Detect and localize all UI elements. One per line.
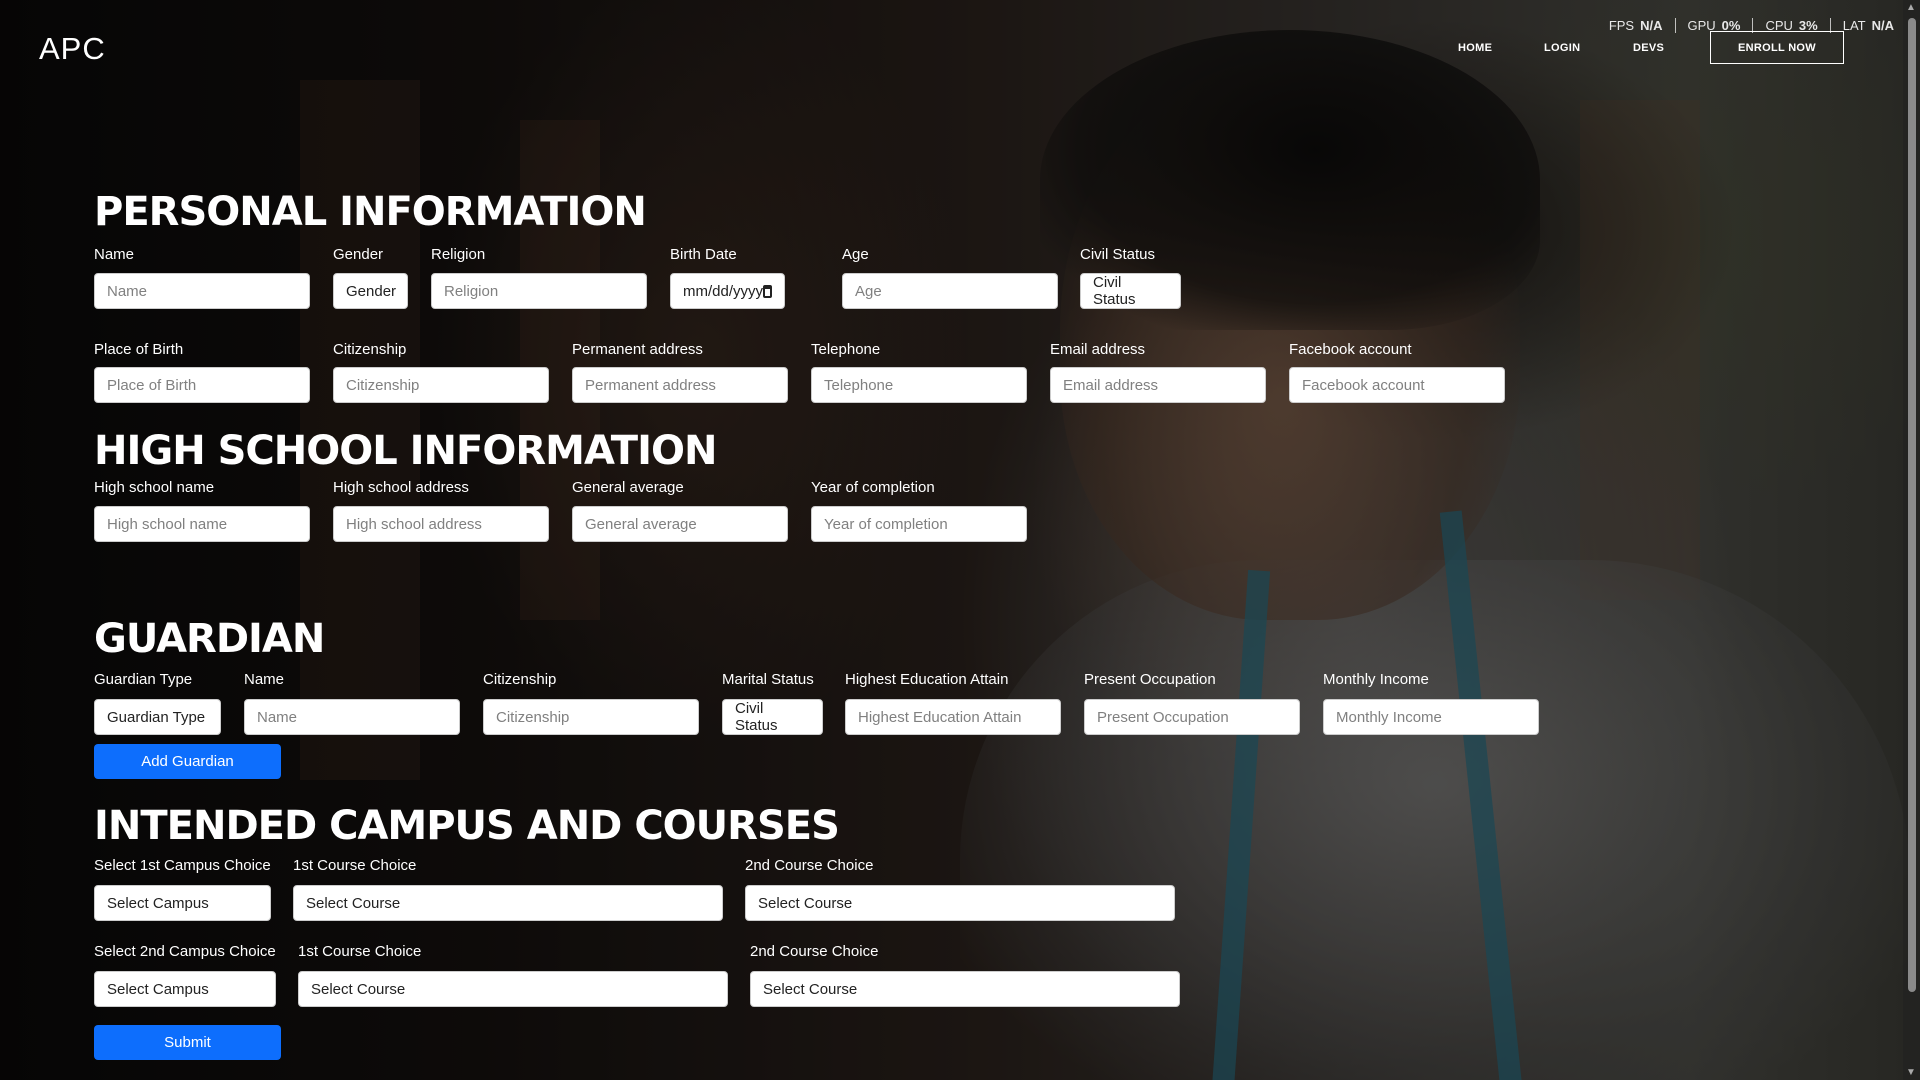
first-campus-course2-select[interactable]: Select Course: [745, 885, 1175, 921]
birth-date-input[interactable]: mm/dd/yyyy: [670, 273, 785, 309]
monthly-income-label: Monthly Income: [1323, 671, 1429, 688]
place-of-birth-input[interactable]: Place of Birth: [94, 367, 310, 403]
nav-login-link[interactable]: LOGIN: [1544, 42, 1580, 54]
present-occupation-input[interactable]: Present Occupation: [1084, 699, 1300, 735]
civil-status-label: Civil Status: [1080, 246, 1156, 263]
second-campus-course1-select[interactable]: Select Course: [298, 971, 728, 1007]
scroll-down-icon[interactable]: ▼: [1906, 1067, 1916, 1078]
enroll-now-button[interactable]: ENROLL NOW: [1710, 31, 1844, 64]
nav-home-link[interactable]: HOME: [1458, 42, 1492, 54]
civil-status-select[interactable]: Civil Status: [1080, 273, 1181, 309]
year-of-completion-label: Year of completion: [811, 479, 935, 496]
first-campus-label: Select 1st Campus Choice: [94, 857, 271, 874]
highest-education-input[interactable]: Highest Education Attain: [845, 699, 1061, 735]
telephone-input[interactable]: Telephone: [811, 367, 1027, 403]
citizenship-input[interactable]: Citizenship: [333, 367, 549, 403]
guardian-name-input[interactable]: Name: [244, 699, 460, 735]
email-label: Email address: [1050, 341, 1146, 358]
guardian-name-label: Name: [244, 671, 285, 688]
second-campus-course2-select[interactable]: Select Course: [750, 971, 1180, 1007]
birth-date-label: Birth Date: [670, 246, 737, 263]
second-campus-course2-label: 2nd Course Choice: [750, 943, 879, 960]
highest-education-label: Highest Education Attain: [845, 671, 1009, 688]
name-input[interactable]: Name: [94, 273, 310, 309]
second-campus-select[interactable]: Select Campus: [94, 971, 276, 1007]
general-average-label: General average: [572, 479, 684, 496]
name-label: Name: [94, 246, 135, 263]
religion-input[interactable]: Religion: [431, 273, 647, 309]
first-campus-course2-label: 2nd Course Choice: [745, 857, 874, 874]
first-campus-course1-label: 1st Course Choice: [293, 857, 417, 874]
gender-label: Gender: [333, 246, 384, 263]
guardian-title: GUARDIAN: [94, 616, 325, 662]
age-input[interactable]: Age: [842, 273, 1058, 309]
courses-title: INTENDED CAMPUS AND COURSES: [94, 803, 840, 849]
guardian-citizenship-label: Citizenship: [483, 671, 557, 688]
permanent-address-input[interactable]: Permanent address: [572, 367, 788, 403]
first-campus-course1-select[interactable]: Select Course: [293, 885, 723, 921]
first-campus-select[interactable]: Select Campus: [94, 885, 271, 921]
permanent-address-label: Permanent address: [572, 341, 703, 358]
high-school-address-input[interactable]: High school address: [333, 506, 549, 542]
facebook-label: Facebook account: [1289, 341, 1412, 358]
nav-devs-link[interactable]: DEVS: [1633, 42, 1664, 54]
guardian-citizenship-input[interactable]: Citizenship: [483, 699, 699, 735]
add-guardian-button[interactable]: Add Guardian: [94, 744, 281, 779]
age-label: Age: [842, 246, 869, 263]
gender-select[interactable]: Gender: [333, 273, 408, 309]
religion-label: Religion: [431, 246, 486, 263]
marital-status-select[interactable]: Civil Status: [722, 699, 823, 735]
calendar-icon[interactable]: [763, 284, 772, 298]
general-average-input[interactable]: General average: [572, 506, 788, 542]
scroll-up-icon[interactable]: ▲: [1906, 2, 1916, 13]
present-occupation-label: Present Occupation: [1084, 671, 1216, 688]
citizenship-label: Citizenship: [333, 341, 407, 358]
high-school-name-input[interactable]: High school name: [94, 506, 310, 542]
facebook-input[interactable]: Facebook account: [1289, 367, 1505, 403]
marital-status-label: Marital Status: [722, 671, 814, 688]
place-of-birth-label: Place of Birth: [94, 341, 184, 358]
high-school-name-label: High school name: [94, 479, 215, 496]
high-school-address-label: High school address: [333, 479, 469, 496]
guardian-type-label: Guardian Type: [94, 671, 193, 688]
scrollbar-thumb[interactable]: [1908, 18, 1916, 992]
second-campus-label: Select 2nd Campus Choice: [94, 943, 276, 960]
guardian-type-select[interactable]: Guardian Type: [94, 699, 221, 735]
monthly-income-input[interactable]: Monthly Income: [1323, 699, 1539, 735]
email-input[interactable]: Email address: [1050, 367, 1266, 403]
high-school-title: HIGH SCHOOL INFORMATION: [94, 428, 717, 474]
page-scrollbar[interactable]: ▲ ▼: [1903, 0, 1920, 1080]
logo[interactable]: APC: [39, 31, 106, 67]
telephone-label: Telephone: [811, 341, 881, 358]
personal-info-title: PERSONAL INFORMATION: [94, 189, 647, 235]
birth-date-placeholder: mm/dd/yyyy: [683, 282, 764, 300]
submit-button[interactable]: Submit: [94, 1025, 281, 1060]
second-campus-course1-label: 1st Course Choice: [298, 943, 422, 960]
fps-stat: FPS N/A: [1608, 18, 1663, 33]
year-of-completion-input[interactable]: Year of completion: [811, 506, 1027, 542]
